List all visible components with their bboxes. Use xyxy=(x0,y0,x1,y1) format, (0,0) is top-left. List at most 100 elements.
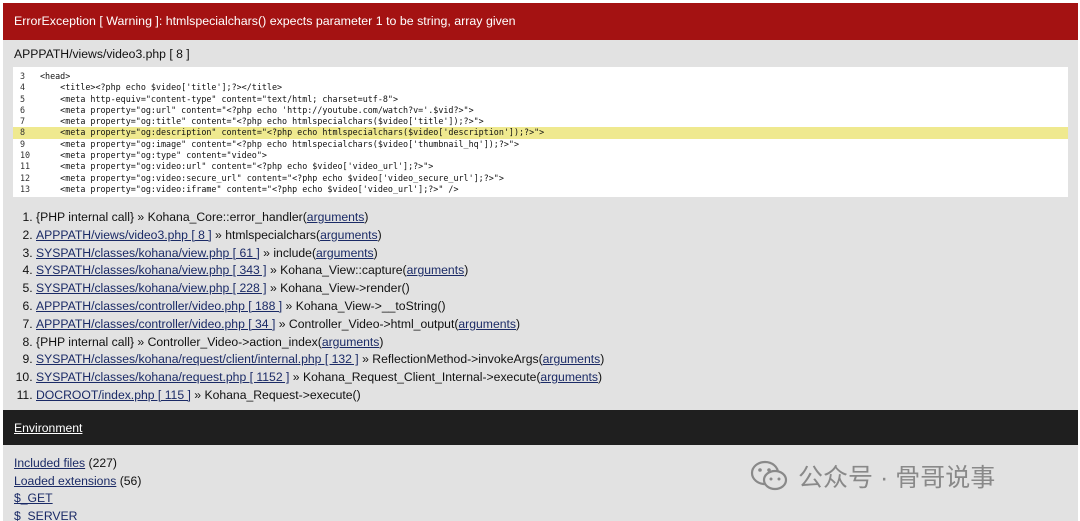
trace-arguments-link[interactable]: arguments xyxy=(458,317,516,331)
line-number: 5 xyxy=(20,93,26,104)
trace-function: Controller_Video->action_index( xyxy=(147,334,322,349)
code-line: 7 <meta property="og:title" content="<?p… xyxy=(13,116,1068,127)
line-number: 12 xyxy=(20,172,31,183)
trace-function: Controller_Video->html_output( xyxy=(288,316,459,331)
trace-internal-call: {PHP internal call} xyxy=(36,210,135,224)
trace-arguments-link[interactable]: arguments xyxy=(543,352,601,366)
trace-close-paren: ) xyxy=(364,210,369,224)
trace-close-paren: ) xyxy=(377,227,382,242)
trace-separator: » xyxy=(266,281,281,296)
trace-item: SYSPATH/classes/kohana/view.php [ 228 ] … xyxy=(36,280,1078,298)
code-text: <head> xyxy=(40,71,71,81)
environment-item: Included files (227) xyxy=(14,455,141,473)
trace-item: SYSPATH/classes/kohana/view.php [ 61 ] »… xyxy=(36,245,1078,263)
code-line: 3 <head> xyxy=(13,71,1068,82)
environment-list: Included files (227) Loaded extensions (5… xyxy=(14,455,141,521)
trace-separator: » xyxy=(134,334,148,349)
code-text: <meta property="og:description" content=… xyxy=(40,127,545,138)
trace-separator: » xyxy=(282,298,296,313)
environment-item-count: (56) xyxy=(116,473,142,488)
error-page: ErrorException [ Warning ]: htmlspecialc… xyxy=(3,3,1078,521)
environment-item: Loaded extensions (56) xyxy=(14,473,141,491)
environment-item-link[interactable]: $_GET xyxy=(14,491,53,505)
code-line-highlighted: 8 <meta property="og:description" conten… xyxy=(13,127,1068,139)
code-text: <meta property="og:video:url" content="<… xyxy=(40,161,434,172)
trace-close-paren: ) xyxy=(598,370,603,385)
code-line: 13 <meta property="og:video:iframe" cont… xyxy=(13,184,1068,195)
code-line: 9 <meta property="og:image" content="<?p… xyxy=(13,139,1068,150)
trace-file-link[interactable]: SYSPATH/classes/kohana/request.php [ 115… xyxy=(36,370,289,384)
trace-file-link[interactable]: APPPATH/classes/controller/video.php [ 1… xyxy=(36,299,282,313)
error-header: ErrorException [ Warning ]: htmlspecialc… xyxy=(3,3,1078,40)
environment-bar: Environment xyxy=(3,410,1078,445)
trace-item: APPPATH/classes/controller/video.php [ 3… xyxy=(36,316,1078,334)
code-line: 6 <meta property="og:url" content="<?php… xyxy=(13,105,1068,116)
line-number: 9 xyxy=(20,138,26,149)
line-number: 3 xyxy=(20,71,26,81)
trace-item: APPPATH/views/video3.php [ 8 ] » htmlspe… xyxy=(36,227,1078,245)
wechat-icon xyxy=(750,460,788,491)
trace-file-link[interactable]: APPPATH/classes/controller/video.php [ 3… xyxy=(36,317,275,331)
trace-item: {PHP internal call} » Kohana_Core::error… xyxy=(36,209,1078,227)
trace-function: htmlspecialchars( xyxy=(225,227,321,242)
trace-function: Kohana_View::capture( xyxy=(280,263,407,278)
trace-item: SYSPATH/classes/kohana/view.php [ 343 ] … xyxy=(36,262,1078,280)
trace-close-paren: ) xyxy=(379,334,384,349)
trace-internal-call: {PHP internal call} xyxy=(36,334,135,349)
trace-file-link[interactable]: DOCROOT/index.php [ 115 ] xyxy=(36,388,191,402)
trace-function: Kohana_Core::error_handler( xyxy=(147,210,307,224)
code-line: 4 <title><?php echo $video['title'];?></… xyxy=(13,82,1068,93)
line-number: 10 xyxy=(20,150,31,161)
trace-arguments-link[interactable]: arguments xyxy=(307,210,365,224)
trace-arguments-link[interactable]: arguments xyxy=(320,228,378,242)
code-line: 11 <meta property="og:video:url" content… xyxy=(13,161,1068,172)
trace-arguments-link[interactable]: arguments xyxy=(322,335,380,349)
trace-separator: » xyxy=(275,316,289,331)
trace-function: Kohana_View->__toString() xyxy=(295,298,446,313)
line-number: 7 xyxy=(20,116,26,127)
trace-arguments-link[interactable]: arguments xyxy=(407,263,465,277)
line-number: 8 xyxy=(20,127,26,138)
environment-item-link[interactable]: $_SERVER xyxy=(14,509,77,521)
environment-item: $_GET xyxy=(14,490,141,508)
line-number: 4 xyxy=(20,82,26,93)
environment-toggle-link[interactable]: Environment xyxy=(14,421,82,435)
trace-item: SYSPATH/classes/kohana/request.php [ 115… xyxy=(36,369,1078,387)
trace-arguments-link[interactable]: arguments xyxy=(316,246,374,260)
trace-item: SYSPATH/classes/kohana/request/client/in… xyxy=(36,351,1078,369)
code-text: <meta property="og:video:secure_url" con… xyxy=(40,172,504,183)
line-number: 6 xyxy=(20,104,26,115)
trace-file-link[interactable]: APPPATH/views/video3.php [ 8 ] xyxy=(36,228,212,242)
code-text: <meta property="og:url" content="<?php e… xyxy=(40,104,474,115)
code-text: <title><?php echo $video['title'];?></ti… xyxy=(40,82,283,93)
code-text: <meta property="og:title" content="<?php… xyxy=(40,116,484,127)
trace-close-paren: ) xyxy=(600,352,605,367)
code-line: 10 <meta property="og:type" content="vid… xyxy=(13,150,1068,161)
trace-file-link[interactable]: SYSPATH/classes/kohana/view.php [ 343 ] xyxy=(36,263,267,277)
trace-file-link[interactable]: SYSPATH/classes/kohana/view.php [ 228 ] xyxy=(36,281,267,295)
trace-separator: » xyxy=(190,387,205,402)
source-code-panel: 3 <head> 4 <title><?php echo $video['title… xyxy=(13,67,1068,197)
trace-separator: » xyxy=(266,263,281,278)
code-text: <meta http-equiv="content-type" content=… xyxy=(40,93,398,104)
error-file-path: APPPATH/views/video3.php [ 8 ] xyxy=(14,47,190,61)
code-line: 5 <meta http-equiv="content-type" conten… xyxy=(13,94,1068,105)
trace-function: ReflectionMethod->invokeArgs( xyxy=(372,352,543,367)
trace-separator: » xyxy=(358,352,373,367)
code-text: <meta property="og:image" content="<?php… xyxy=(40,138,520,149)
trace-file-link[interactable]: SYSPATH/classes/kohana/request/client/in… xyxy=(36,352,359,366)
environment-item-link[interactable]: Loaded extensions xyxy=(14,474,116,488)
trace-separator: » xyxy=(134,210,148,224)
trace-function: include( xyxy=(273,245,317,260)
trace-arguments-link[interactable]: arguments xyxy=(540,370,598,384)
trace-function: Kohana_View->render() xyxy=(280,281,410,296)
trace-separator: » xyxy=(211,227,226,242)
trace-function: Kohana_Request->execute() xyxy=(204,387,361,402)
trace-file-link[interactable]: SYSPATH/classes/kohana/view.php [ 61 ] xyxy=(36,246,260,260)
line-number: 13 xyxy=(20,183,31,194)
environment-item-link[interactable]: Included files xyxy=(14,456,85,470)
watermark: 公众号 · 骨哥说事 xyxy=(750,458,995,494)
environment-item: $_SERVER xyxy=(14,508,141,521)
trace-item: {PHP internal call} » Controller_Video->… xyxy=(36,334,1078,352)
trace-item: APPPATH/classes/controller/video.php [ 1… xyxy=(36,298,1078,316)
